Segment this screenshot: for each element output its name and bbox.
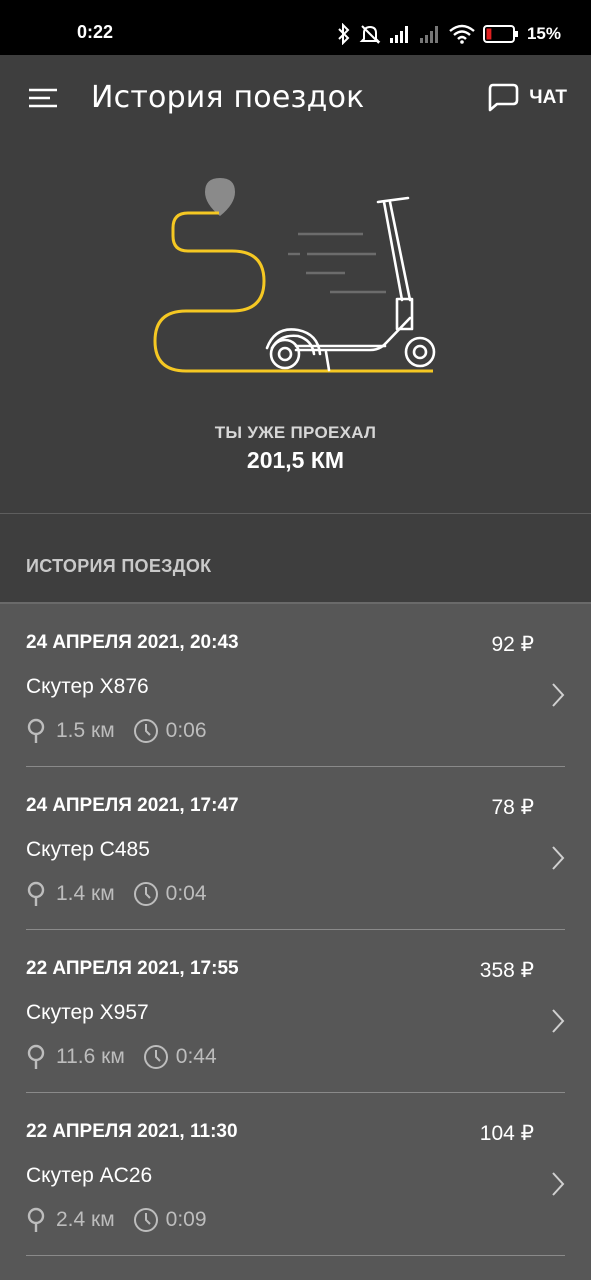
trip-distance: 11.6 км — [56, 1045, 125, 1068]
location-pin-icon — [205, 178, 235, 216]
trip-date: 24 АПРЕЛЯ 2021, 20:43 — [26, 632, 239, 653]
trip-price: 78 ₽ — [491, 796, 534, 819]
signal-weak-icon — [419, 26, 438, 43]
signal-icon — [389, 26, 408, 43]
trip-meta: 11.6 км 0:44 — [26, 1043, 217, 1071]
trip-duration: 0:06 — [165, 719, 207, 742]
scooter-route-illustration — [153, 178, 436, 373]
trip-price: 358 ₽ — [479, 959, 534, 982]
trip-date: 24 АПРЕЛЯ 2021, 17:47 — [26, 795, 239, 816]
battery-percent: 15% — [526, 24, 561, 43]
battery-icon — [482, 25, 518, 43]
trip-list: 24 АПРЕЛЯ 2021, 20:43 92 ₽ Скутер X876 1.5 … — [0, 604, 591, 1256]
menu-icon[interactable] — [28, 86, 58, 110]
total-distance-label: ТЫ УЖЕ ПРОЕХАЛ — [214, 423, 377, 442]
clock-icon — [133, 1208, 158, 1232]
trip-row[interactable]: 22 АПРЕЛЯ 2021, 17:55 358 ₽ Скутер X957 11.… — [26, 930, 565, 1093]
trip-scooter-name: Скутер C485 — [26, 838, 150, 861]
ride-summary: ТЫ УЖЕ ПРОЕХАЛ 201,5 КМ — [0, 140, 591, 513]
chat-label: ЧАТ — [529, 87, 567, 108]
total-distance-value: 201,5 КМ — [246, 447, 345, 473]
pin-icon — [27, 1207, 45, 1232]
status-icons: 15% — [337, 22, 561, 46]
trip-date: 22 АПРЕЛЯ 2021, 17:55 — [26, 958, 239, 979]
scooter-icon — [265, 196, 436, 372]
trip-distance: 1.5 км — [56, 719, 115, 742]
status-bar: 0:22 15% — [0, 0, 591, 55]
trip-row[interactable]: 24 АПРЕЛЯ 2021, 17:47 78 ₽ Скутер C485 1.4 … — [26, 767, 565, 930]
history-section-header: ИСТОРИЯ ПОЕЗДОК — [0, 514, 591, 602]
page-title: История поездок — [91, 80, 365, 115]
status-time: 0:22 — [77, 22, 114, 42]
chat-button[interactable]: ЧАТ — [487, 81, 567, 115]
trip-duration: 0:09 — [165, 1208, 207, 1231]
bluetooth-icon — [338, 23, 350, 45]
trip-price: 92 ₽ — [491, 633, 534, 656]
pin-icon — [27, 881, 45, 906]
trip-scooter-name: Скутер X876 — [26, 675, 149, 698]
trip-duration: 0:44 — [175, 1045, 217, 1068]
trip-meta: 1.4 км 0:04 — [26, 880, 207, 908]
trip-row[interactable]: 24 АПРЕЛЯ 2021, 20:43 92 ₽ Скутер X876 1.5 … — [26, 604, 565, 767]
wifi-icon — [449, 24, 475, 44]
trip-meta: 1.5 км 0:06 — [26, 717, 207, 745]
chevron-right-icon — [552, 683, 565, 707]
trip-duration: 0:04 — [165, 882, 207, 905]
clock-icon — [143, 1045, 168, 1069]
chevron-right-icon — [552, 846, 565, 870]
trip-distance: 1.4 км — [56, 882, 115, 905]
bell-off-icon — [359, 25, 381, 44]
pin-icon — [27, 1044, 45, 1069]
trip-date: 22 АПРЕЛЯ 2021, 11:30 — [26, 1121, 238, 1142]
trip-row[interactable]: 22 АПРЕЛЯ 2021, 11:30 104 ₽ Скутер AC26 2.4… — [26, 1093, 565, 1256]
trip-meta: 2.4 км 0:09 — [26, 1206, 207, 1234]
chevron-right-icon — [552, 1172, 565, 1196]
trip-scooter-name: Скутер AC26 — [26, 1164, 153, 1187]
clock-icon — [133, 882, 158, 906]
trip-distance: 2.4 км — [56, 1208, 115, 1231]
trip-scooter-name: Скутер X957 — [26, 1001, 149, 1024]
chevron-right-icon — [552, 1009, 565, 1033]
trip-price: 104 ₽ — [479, 1122, 534, 1145]
app-bar: История поездок ЧАТ — [0, 55, 591, 140]
history-section-title: ИСТОРИЯ ПОЕЗДОК — [26, 556, 212, 576]
chat-bubble-icon — [488, 83, 519, 112]
clock-icon — [133, 719, 158, 743]
pin-icon — [27, 718, 45, 743]
